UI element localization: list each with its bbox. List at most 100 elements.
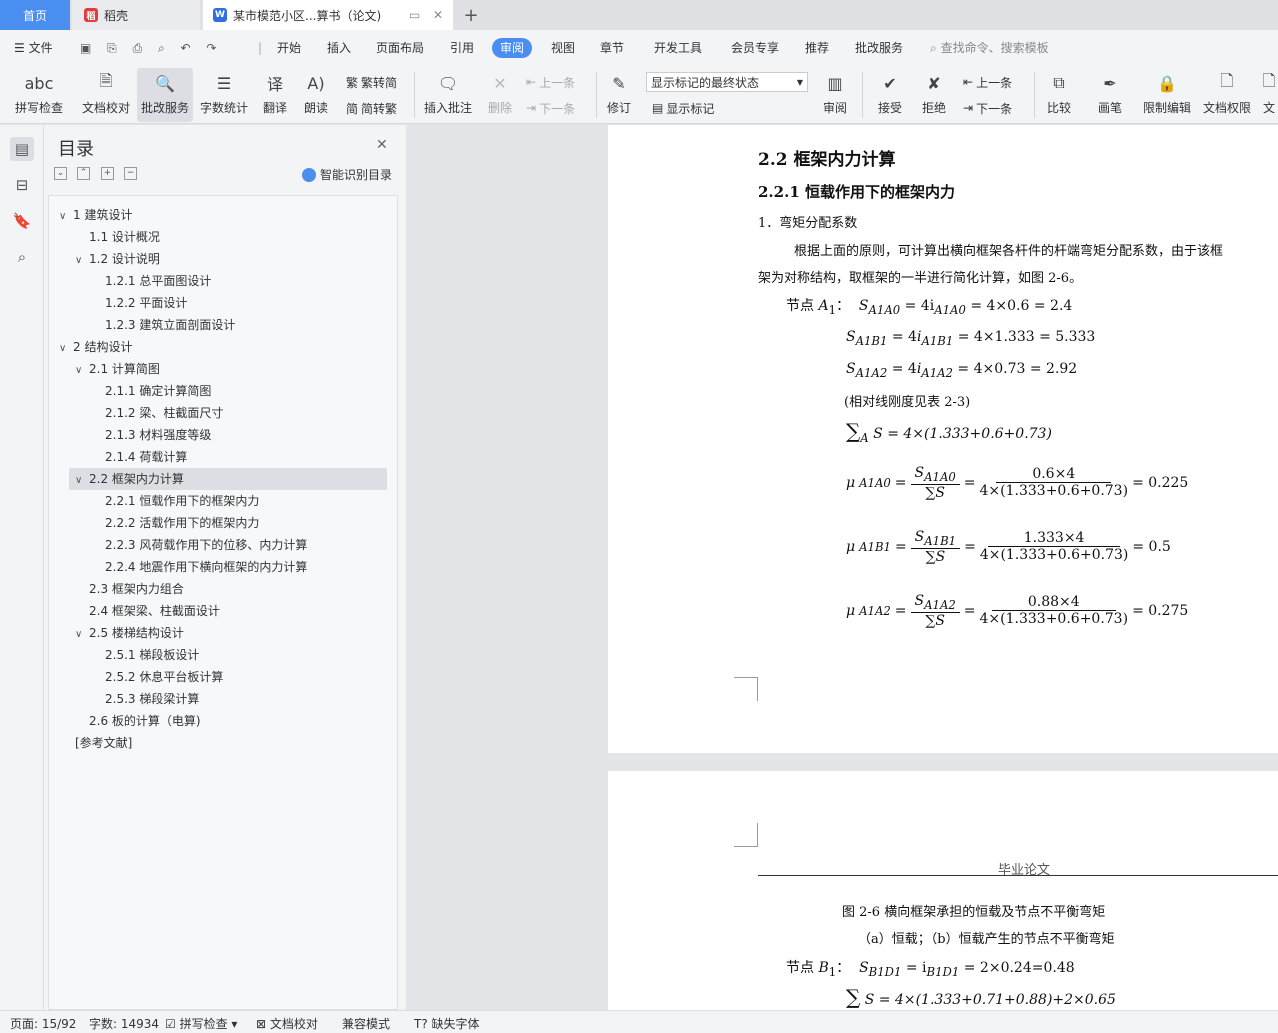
document-area[interactable]: 🗎▾ 2.2 框架内力计算 2.2.1 恒载作用下的框架内力 1．弯矩分配系数 …	[406, 125, 1278, 1010]
toc-item[interactable]: 2.2.4 地震作用下横向框架的内力计算	[105, 556, 307, 578]
toc-item[interactable]: 2.2.1 恒载作用下的框架内力	[105, 490, 259, 512]
toc-item[interactable]: ∨ 2.5 楼梯结构设计	[75, 622, 184, 644]
chevron-down-icon[interactable]: ∨	[75, 470, 89, 492]
show-markup-button[interactable]: ▤ 显示标记	[652, 98, 714, 118]
restrict-edit-button[interactable]: 🔒 限制编辑	[1140, 68, 1194, 122]
menu-chapter[interactable]: 章节	[600, 38, 624, 58]
new-tab-button[interactable]: +	[458, 0, 484, 30]
toc-item[interactable]: 2.3 框架内力组合	[89, 578, 184, 600]
menu-dev-tools[interactable]: 开发工具	[654, 38, 702, 58]
toc-item[interactable]: ∨ 2.1 计算简图	[75, 358, 160, 380]
accept-button[interactable]: ✔ 接受	[870, 68, 910, 122]
compat-mode[interactable]: 兼容模式	[342, 1015, 390, 1032]
toc-item[interactable]: 2.1.3 材料强度等级	[105, 424, 211, 446]
find-icon[interactable]: ⌕	[10, 245, 34, 269]
bookmark-icon[interactable]: 🔖	[10, 209, 34, 233]
next-comment-button[interactable]: ⇥ 下一条	[526, 98, 575, 118]
menu-view[interactable]: 视图	[551, 38, 575, 58]
quick-access-icons[interactable]: ▣ ⎘ ⎙ ⌕ ↶ ↷	[80, 38, 222, 58]
toc-item[interactable]: 2.5.2 休息平台板计算	[105, 666, 223, 688]
chevron-down-icon[interactable]: ∨	[59, 338, 73, 360]
menu-start[interactable]: 开始	[277, 38, 301, 58]
word-count-indicator[interactable]: 字数: 14934	[89, 1015, 159, 1032]
read-aloud-button[interactable]: A) 朗读	[298, 68, 334, 122]
toc-item[interactable]: 2.6 板的计算（电算)	[89, 710, 201, 732]
toc-item[interactable]: ∨ 1 建筑设计	[59, 204, 132, 226]
tab-home[interactable]: 首页	[0, 0, 70, 30]
toc-item[interactable]: 2.2.2 活载作用下的框架内力	[105, 512, 259, 534]
expand-up-icon[interactable]: ⌃	[77, 167, 90, 180]
file-menu[interactable]: ☰ 文件	[14, 38, 53, 58]
add-level-icon[interactable]: +	[101, 167, 114, 180]
remove-level-icon[interactable]: −	[124, 167, 137, 180]
chapter-nav-icon[interactable]: ⊟	[10, 173, 34, 197]
more-doc-button[interactable]: 🗋 文	[1260, 68, 1278, 122]
toc-item[interactable]: ∨ 2 结构设计	[59, 336, 132, 358]
toc-item[interactable]: 2.5.3 梯段梁计算	[105, 688, 199, 710]
toc-item[interactable]: 2.5.1 梯段板设计	[105, 644, 199, 666]
menu-review[interactable]: 审阅	[492, 38, 533, 58]
toc-item[interactable]: 2.2.3 风荷载作用下的位移、内力计算	[105, 534, 307, 556]
close-icon[interactable]: ✕	[433, 8, 443, 22]
chevron-down-icon[interactable]: ∨	[75, 360, 89, 382]
word-count-button[interactable]: ☰ 字数统计	[196, 68, 252, 122]
prev-label: 上一条	[539, 75, 576, 90]
prev-change-button[interactable]: ⇤ 上一条	[963, 72, 1012, 92]
tab-daoke[interactable]: 稻 稻壳	[72, 0, 200, 30]
toc-item[interactable]: ∨ 2.2 框架内力计算	[69, 468, 387, 490]
toc-item[interactable]: 2.1.1 确定计算简图	[105, 380, 211, 402]
toc-item[interactable]: 2.1.4 荷载计算	[105, 446, 187, 468]
simp-to-trad-button[interactable]: 简简转繁	[346, 98, 397, 118]
doc-proof-button[interactable]: 🗎 文档校对	[78, 68, 134, 122]
doc-proof-status[interactable]: ⊠ 文档校对	[256, 1015, 318, 1032]
translate-button[interactable]: 译翻译	[255, 68, 295, 122]
smart-toc-button[interactable]: 智能识别目录	[302, 166, 392, 183]
toc-item-label: 2 结构设计	[73, 340, 133, 354]
reject-button[interactable]: ✘ 拒绝	[914, 68, 954, 122]
node-label: 节点	[786, 960, 814, 976]
trad-to-simp-button[interactable]: 繁繁转简	[346, 72, 397, 92]
toc-item[interactable]: 1.2.1 总平面图设计	[105, 270, 211, 292]
menu-insert[interactable]: 插入	[327, 38, 351, 58]
track-changes-button[interactable]: ✎ 修订	[600, 68, 638, 122]
markup-state-select[interactable]: 显示标记的最终状态 ▼	[646, 72, 808, 92]
pen-button[interactable]: ✒ 画笔	[1090, 68, 1130, 122]
toc-item[interactable]: [参考文献]	[75, 732, 132, 754]
prev-comment-button[interactable]: ⇤ 上一条	[526, 72, 575, 92]
word-count-label: 字数统计	[199, 101, 248, 115]
toc-item[interactable]: 2.4 框架梁、柱截面设计	[89, 600, 220, 622]
toc-panel-icon[interactable]: ▤	[10, 137, 34, 161]
menu-references[interactable]: 引用	[450, 38, 474, 58]
menu-member[interactable]: 会员专享	[731, 38, 779, 58]
spellcheck-status[interactable]: ☑ 拼写检查 ▾	[165, 1015, 237, 1032]
review-service-button[interactable]: 🔍 批改服务	[137, 68, 193, 122]
chevron-down-icon[interactable]: ∨	[59, 206, 73, 228]
menu-review-service[interactable]: 批改服务	[855, 38, 903, 58]
page-indicator[interactable]: 页面: 15/92	[10, 1015, 76, 1032]
review-pane-button[interactable]: ▥ 审阅	[816, 68, 854, 122]
next-change-button[interactable]: ⇥ 下一条	[963, 98, 1012, 118]
toc-item[interactable]: ∨ 1.2 设计说明	[75, 248, 160, 270]
command-search[interactable]: ⌕ 查找命令、搜索模板	[930, 38, 1049, 58]
mu2-denominator: 4×(1.333+0.6+0.73)	[979, 547, 1129, 564]
toc-item[interactable]: 2.1.2 梁、柱截面尺寸	[105, 402, 223, 424]
tab-document[interactable]: W 某市模范小区...算书（论文) ▭ ✕	[203, 0, 453, 30]
toc-item[interactable]: 1.2.2 平面设计	[105, 292, 187, 314]
spellcheck-button[interactable]: abc 拼写检查	[8, 68, 70, 122]
compare-button[interactable]: ⧉ 比较	[1040, 68, 1078, 122]
monitor-icon[interactable]: ▭	[409, 8, 420, 22]
toc-item[interactable]: 1.1 设计概况	[89, 226, 160, 248]
doc-permission-button[interactable]: 🗋 文档权限	[1200, 68, 1254, 122]
close-icon[interactable]: ✕	[376, 137, 388, 153]
collapse-all-icon[interactable]: ⌄	[54, 167, 67, 180]
delete-comment-button[interactable]: ✕ 删除	[479, 68, 521, 122]
reject-icon: ✘	[927, 73, 941, 93]
lock-icon: 🔒	[1157, 73, 1177, 93]
chevron-down-icon[interactable]: ∨	[75, 250, 89, 272]
menu-page-layout[interactable]: 页面布局	[376, 38, 424, 58]
toc-item[interactable]: 1.2.3 建筑立面剖面设计	[105, 314, 235, 336]
chevron-down-icon[interactable]: ∨	[75, 624, 89, 646]
menu-recommend[interactable]: 推荐	[805, 38, 829, 58]
insert-comment-button[interactable]: 🗨 插入批注	[420, 68, 476, 122]
missing-font-status[interactable]: T? 缺失字体	[414, 1015, 480, 1032]
